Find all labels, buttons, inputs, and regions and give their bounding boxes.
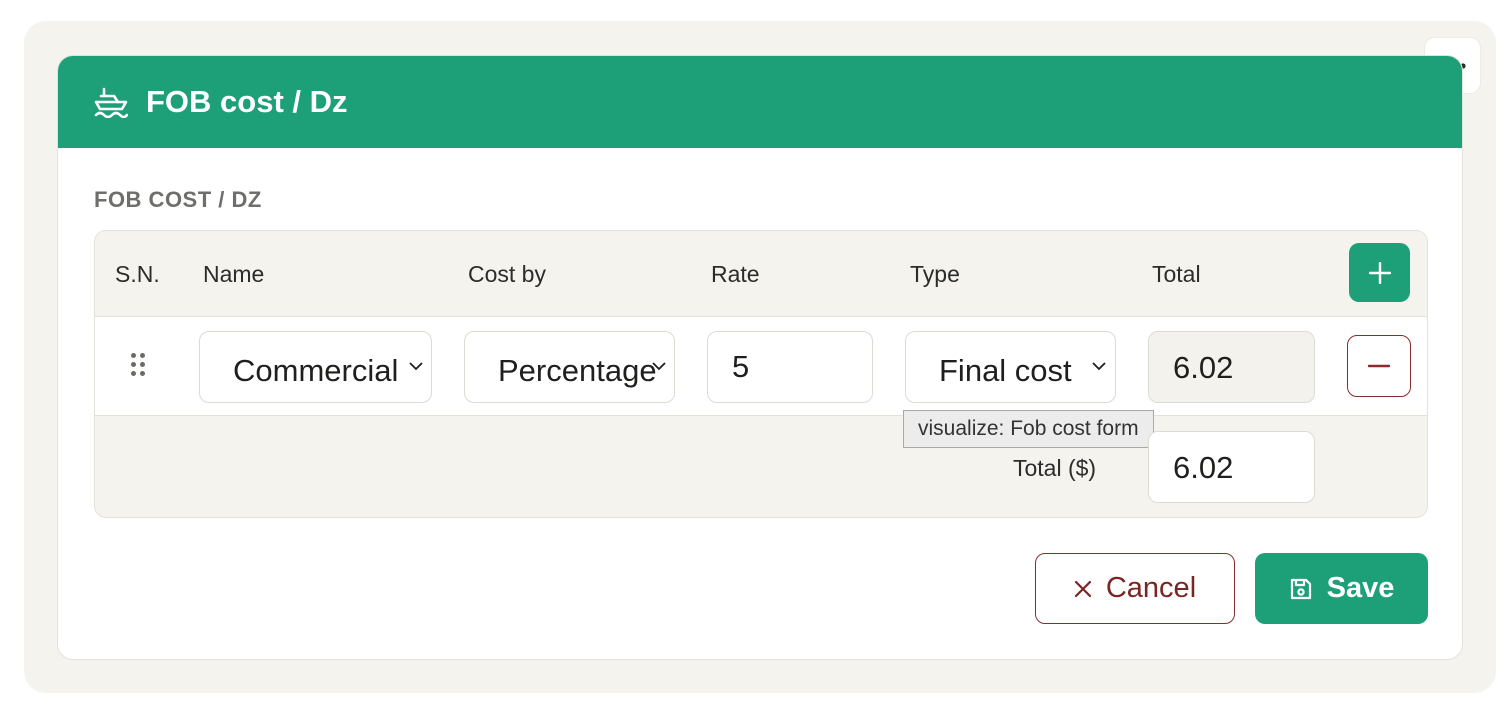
drag-handle-icon[interactable] — [131, 353, 147, 379]
tooltip: visualize: Fob cost form — [903, 410, 1154, 448]
add-row-button[interactable] — [1349, 243, 1410, 302]
column-header-total: Total — [1152, 261, 1201, 287]
chevron-down-icon — [1092, 362, 1106, 371]
cost-by-select-value: Percentage — [498, 353, 657, 388]
table-row: Commercial Percentage 5 Final cost 6.02 … — [95, 316, 1427, 448]
name-select-value: Commercial — [233, 353, 399, 388]
cost-table: S.N. Name Cost by Rate Type Total Commer… — [94, 230, 1428, 518]
card-header: FOB cost / Dz — [58, 56, 1462, 148]
chevron-down-icon — [652, 362, 666, 371]
sum-label: Total ($) — [1013, 455, 1097, 481]
cost-by-select[interactable]: Percentage — [464, 331, 675, 403]
column-header-rate: Rate — [711, 261, 760, 287]
column-header-name: Name — [203, 261, 265, 287]
ship-icon — [94, 87, 128, 118]
column-header-type: Type — [910, 261, 960, 287]
fob-cost-card: FOB cost / Dz FOB COST / DZ S.N. Name Co… — [57, 55, 1463, 660]
cancel-button[interactable]: Cancel — [1035, 553, 1235, 624]
plus-icon — [1368, 261, 1391, 284]
save-button[interactable]: Save — [1255, 553, 1428, 624]
rate-input[interactable]: 5 — [707, 331, 873, 403]
type-select-value: Final cost — [939, 353, 1072, 388]
card-title: FOB cost / Dz — [146, 84, 348, 119]
row-total-value: 6.02 — [1173, 350, 1234, 385]
save-icon — [1290, 578, 1311, 599]
column-header-cost-by: Cost by — [468, 261, 546, 287]
minus-icon — [1368, 364, 1390, 368]
sum-total-value: 6.02 — [1173, 450, 1234, 485]
save-label: Save — [1326, 572, 1395, 604]
remove-row-button[interactable] — [1347, 335, 1411, 397]
close-icon — [1074, 580, 1091, 597]
cancel-label: Cancel — [1105, 572, 1197, 604]
section-label: FOB COST / DZ — [94, 187, 262, 212]
row-total-field: 6.02 — [1148, 331, 1315, 403]
column-header-sn: S.N. — [115, 261, 160, 287]
sum-total-field: 6.02 — [1148, 431, 1315, 503]
type-select[interactable]: Final cost — [905, 331, 1116, 403]
chevron-down-icon — [409, 362, 423, 371]
name-select[interactable]: Commercial — [199, 331, 432, 403]
